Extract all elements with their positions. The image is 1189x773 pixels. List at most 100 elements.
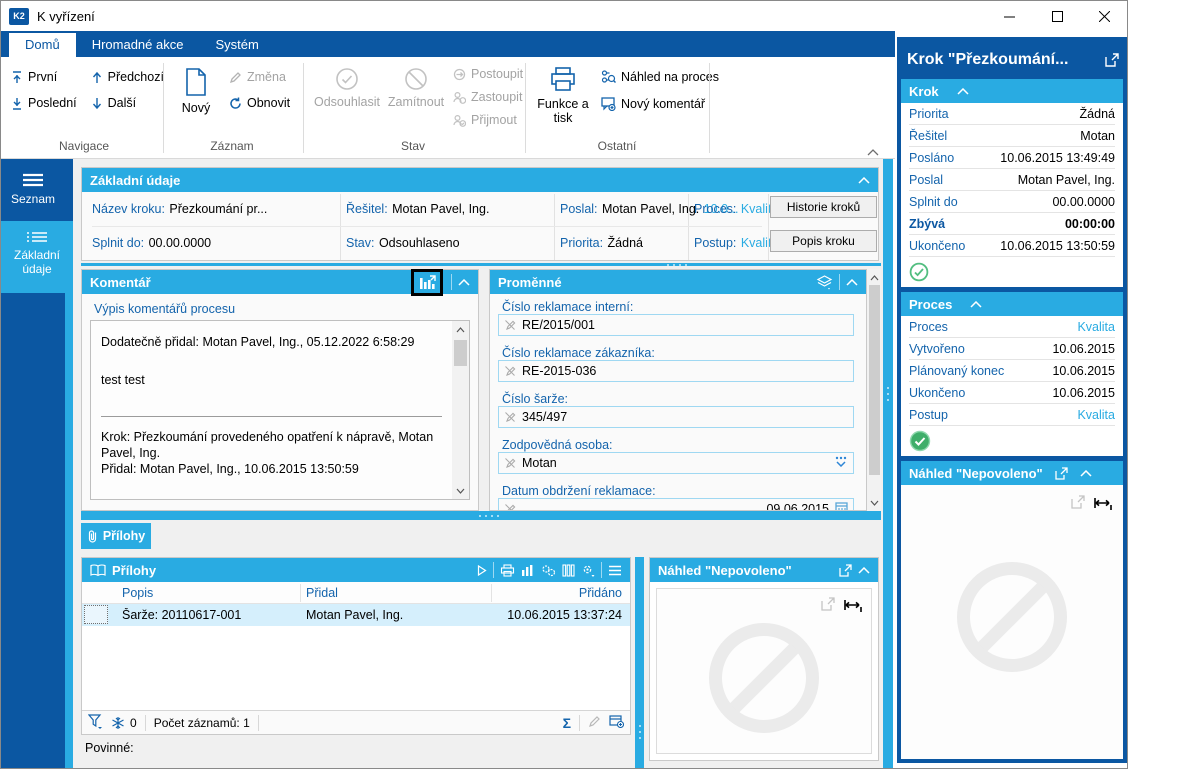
info-row: Priorita Žádná — [909, 103, 1115, 125]
reject-button[interactable]: Zamítnout — [383, 61, 449, 109]
zodpovedna-osoba-input[interactable]: Motan — [498, 452, 854, 474]
tab-system[interactable]: Systém — [199, 33, 274, 57]
filter-button[interactable] — [87, 713, 103, 732]
column-header-popis[interactable]: Popis — [122, 586, 153, 600]
fit-width-icon[interactable] — [1093, 496, 1113, 516]
scrollbar-thumb[interactable] — [454, 340, 467, 366]
open-external-icon-disabled[interactable] — [1071, 495, 1085, 514]
comment-textbox[interactable]: Dodatečně přidal: Motan Pavel, Ing., 05.… — [90, 320, 470, 500]
komentar-title: Komentář — [90, 274, 151, 290]
vertical-splitter[interactable] — [635, 557, 644, 768]
column-header-pridal[interactable]: Přidal — [306, 586, 338, 600]
scroll-up-icon[interactable] — [870, 274, 879, 281]
calendar-icon[interactable] — [835, 501, 848, 510]
close-button[interactable] — [1081, 1, 1127, 31]
functions-print-button[interactable]: Funkce a tisk — [533, 61, 593, 125]
proces-link[interactable]: Kvalita — [1077, 320, 1115, 334]
prilohy-title: Přílohy — [112, 562, 157, 578]
open-external-icon[interactable] — [1055, 466, 1068, 480]
table-row[interactable]: Šarže: 20110617-001 Motan Pavel, Ing. 10… — [82, 604, 630, 626]
process-preview-button[interactable]: Náhled na proces — [601, 67, 719, 87]
first-button[interactable]: První — [11, 67, 77, 87]
freeze-button[interactable]: 0 — [111, 716, 137, 730]
reklamace-zakaznika-input[interactable]: RE-2015-036 — [498, 360, 854, 382]
datum-obdrzeni-input[interactable]: 09.06.2015 — [498, 498, 854, 510]
substitute-icon — [453, 91, 466, 104]
tab-hromadne-akce[interactable]: Hromadné akce — [76, 33, 200, 57]
chart-icon[interactable] — [521, 564, 535, 577]
previous-button[interactable]: Předchozí — [91, 67, 164, 87]
scroll-down-icon[interactable] — [870, 500, 879, 506]
row-selector-cell[interactable] — [84, 605, 108, 624]
add-record-button[interactable] — [609, 714, 625, 731]
horizontal-splitter[interactable] — [81, 511, 881, 520]
historie-kroku-button[interactable]: Historie kroků — [770, 196, 877, 218]
print-icon[interactable] — [500, 563, 515, 577]
postup-link[interactable]: Kvalita — [1077, 408, 1115, 422]
collapse-section-icon[interactable] — [970, 300, 982, 308]
new-comment-button[interactable]: Nový komentář — [601, 94, 719, 114]
collapse-panel-icon[interactable] — [458, 278, 470, 286]
zakladni-udaje-header: Základní údaje — [82, 168, 878, 192]
forward-button[interactable]: Postoupit — [453, 64, 523, 84]
collapse-section-icon[interactable] — [1080, 469, 1092, 477]
accept-icon — [453, 114, 466, 127]
tab-prilohy[interactable]: Přílohy — [81, 523, 151, 549]
minimize-button[interactable] — [986, 1, 1032, 31]
sidebar-item-zakladni-udaje[interactable]: Základní údaje — [1, 221, 73, 293]
field-label: Řešitel: — [346, 202, 388, 216]
automation-gears-icon[interactable] — [541, 564, 556, 577]
collapse-panel-icon[interactable] — [858, 176, 870, 184]
reklamace-interni-input[interactable]: RE/2015/001 — [498, 314, 854, 336]
collapse-panel-icon[interactable] — [858, 566, 870, 574]
collapse-section-icon[interactable] — [957, 87, 969, 95]
krok-section: Krok Priorita Žádná Řešitel Motan Posláno 1… — [901, 79, 1123, 287]
next-button[interactable]: Další — [91, 93, 164, 113]
approve-button[interactable]: Odsouhlasit — [311, 61, 383, 109]
settings-gear-icon[interactable] — [581, 564, 595, 577]
nahled-preview-area — [656, 588, 872, 754]
promenne-field-label: Datum obdržení reklamace: — [502, 484, 656, 498]
promenne-scrollbar[interactable] — [867, 269, 881, 511]
popis-kroku-button[interactable]: Popis kroku — [770, 230, 877, 252]
accept-button[interactable]: Přijmout — [453, 110, 523, 130]
sidebar-item-seznam[interactable]: Seznam — [1, 163, 65, 219]
approved-check-outline-icon — [909, 262, 929, 282]
info-row: Splnit do 00.00.0000 — [909, 191, 1115, 213]
right-panel-splitter[interactable] — [883, 159, 893, 768]
comment-statistics-highlighted-button[interactable] — [411, 268, 443, 296]
promenne-field-label: Číslo šarže: — [502, 392, 568, 406]
last-button[interactable]: Poslední — [11, 93, 77, 113]
horizontal-splitter[interactable] — [81, 263, 881, 266]
layers-icon[interactable] — [816, 274, 833, 290]
menu-icon[interactable] — [608, 565, 622, 576]
sum-button[interactable]: Σ — [563, 715, 571, 731]
komentar-header: Komentář — [82, 268, 478, 296]
change-button[interactable]: Změna — [229, 67, 290, 87]
comment-scrollbar[interactable] — [452, 321, 469, 499]
scroll-up-icon[interactable] — [456, 326, 465, 333]
open-external-icon[interactable] — [839, 563, 852, 577]
new-button[interactable]: Nový — [173, 61, 219, 115]
cislo-sarze-input[interactable]: 345/497 — [498, 406, 854, 428]
refresh-button[interactable]: Obnovit — [229, 93, 290, 113]
info-row: Posláno 10.06.2015 13:49:49 — [909, 147, 1115, 169]
column-header-pridano[interactable]: Přidáno — [579, 586, 622, 600]
tab-domu[interactable]: Domů — [9, 33, 76, 57]
nahled-title: Náhled "Nepovoleno" — [658, 562, 792, 578]
substitute-button[interactable]: Zastoupit — [453, 87, 523, 107]
scrollbar-thumb[interactable] — [868, 285, 880, 475]
collapse-panel-icon[interactable] — [846, 278, 858, 286]
comment-text: Dodatečně přidal: Motan Pavel, Ing., 05.… — [91, 321, 452, 499]
columns-icon[interactable] — [562, 563, 575, 577]
fit-width-icon[interactable] — [843, 598, 863, 618]
scroll-down-icon[interactable] — [456, 488, 465, 494]
edit-button-disabled[interactable] — [588, 715, 601, 731]
cell-popis: Šarže: 20110617-001 — [122, 608, 242, 622]
lookup-dropdown-icon[interactable] — [834, 456, 848, 470]
open-external-icon-disabled[interactable] — [821, 597, 835, 616]
run-script-icon[interactable] — [477, 564, 487, 576]
maximize-button[interactable] — [1034, 1, 1080, 31]
info-row: Řešitel Motan — [909, 125, 1115, 147]
open-external-icon[interactable] — [1105, 53, 1119, 67]
